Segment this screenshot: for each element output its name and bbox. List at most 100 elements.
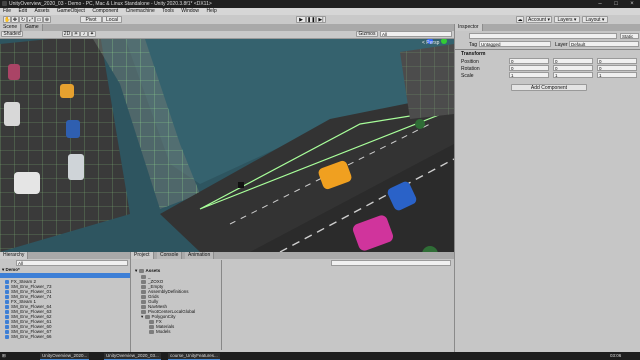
lighting-icon[interactable]: ☀ — [72, 31, 80, 37]
layers-dropdown[interactable]: Layers ▾ — [554, 16, 580, 23]
object-name-field[interactable] — [469, 33, 617, 39]
scale-tool-icon[interactable]: ⤢ — [27, 16, 35, 23]
hierarchy-tab-bar: Hierarchy — [0, 252, 130, 259]
taskbar-app[interactable]: UnityOverview_2020... — [40, 353, 90, 360]
scene-view[interactable] — [0, 24, 454, 252]
folder-item[interactable]: Models — [149, 329, 171, 334]
tab-project[interactable]: Project — [131, 252, 154, 259]
hand-tool-icon[interactable]: ✋ — [3, 16, 11, 23]
inspector-panel: Inspector Static Tag Untagged Layer Defa… — [454, 24, 640, 352]
assets-root[interactable]: ▾ Assets — [135, 268, 160, 273]
layer-dropdown[interactable]: Default — [569, 41, 639, 47]
scale-y-field[interactable]: 1 — [553, 72, 593, 78]
start-icon[interactable]: ⊞ — [0, 353, 12, 359]
pause-button[interactable]: ❚❚ — [306, 16, 316, 23]
position-label: Position — [461, 59, 479, 65]
mode-2d-toggle[interactable]: 2D — [62, 31, 72, 37]
account-dropdown[interactable]: Account ▾ — [526, 16, 552, 23]
menu-tools[interactable]: Tools — [159, 8, 177, 15]
gizmos-dropdown[interactable]: Gizmos — [356, 31, 378, 37]
project-search-input[interactable] — [331, 260, 451, 266]
rotation-y-value: 0 — [555, 66, 558, 71]
add-component-button[interactable]: Add Component — [511, 84, 587, 91]
scale-x-field[interactable]: 1 — [509, 72, 549, 78]
tab-scene[interactable]: Scene — [0, 24, 22, 31]
menu-component[interactable]: Component — [89, 8, 121, 15]
menu-assets[interactable]: Assets — [31, 8, 52, 15]
tab-hierarchy-label: Hierarchy — [3, 252, 25, 258]
play-button[interactable]: ▶ — [296, 16, 306, 23]
list-item[interactable]: SM_Env_Flower_66 — [5, 334, 52, 339]
collab-icon[interactable]: ☁ — [516, 16, 524, 23]
tab-console-label: Console — [160, 252, 179, 258]
layer-value: Default — [571, 42, 586, 47]
scale-z-field[interactable]: 1 — [597, 72, 637, 78]
layout-dropdown[interactable]: Layout ▾ — [582, 16, 608, 23]
scene-root[interactable]: ▾ Demo* — [2, 267, 20, 272]
layers-label: Layers — [557, 17, 573, 23]
transform-title[interactable]: Transform — [461, 51, 485, 57]
rotation-x-value: 0 — [511, 66, 514, 71]
tab-console[interactable]: Console — [157, 252, 183, 259]
menu-help[interactable]: Help — [203, 8, 219, 15]
close-icon[interactable]: × — [624, 0, 640, 8]
pivot-toggle[interactable]: Pivot — [80, 16, 102, 23]
local-toggle[interactable]: Local — [102, 16, 122, 23]
maximize-icon[interactable]: □ — [608, 0, 624, 8]
taskbar-app[interactable]: UnityOverview_2020_03... — [104, 353, 161, 360]
tab-animation[interactable]: Animation — [185, 252, 215, 259]
position-y-value: 0 — [555, 59, 558, 64]
audio-icon[interactable]: ♪ — [80, 31, 88, 37]
add-component-label: Add Component — [530, 85, 568, 91]
position-z-value: 0 — [599, 59, 602, 64]
scene-search-placeholder: All — [382, 32, 388, 37]
rotate-tool-icon[interactable]: ↻ — [19, 16, 27, 23]
tag-dropdown[interactable]: Untagged — [479, 41, 551, 47]
shading-mode-dropdown[interactable]: Shaded — [1, 31, 23, 37]
move-tool-icon[interactable]: ✥ — [11, 16, 19, 23]
tab-inspector-label: Inspector — [458, 24, 479, 30]
position-y-field[interactable]: 0 — [553, 58, 593, 64]
scene-render — [0, 24, 454, 252]
menu-window[interactable]: Window — [178, 8, 202, 15]
taskbar-app-label: UnityOverview_2020_03... — [106, 353, 159, 358]
hierarchy-panel: Hierarchy All ▾ Demo* FX_Steam 2 SM_Env_… — [0, 252, 131, 352]
rect-tool-icon[interactable]: ▭ — [35, 16, 43, 23]
rotation-x-field[interactable]: 0 — [509, 65, 549, 71]
clock[interactable]: 03:06 — [610, 353, 621, 358]
panel-divider[interactable] — [221, 260, 222, 350]
tab-game[interactable]: Game — [22, 24, 43, 31]
list-item-selected[interactable] — [0, 273, 130, 278]
position-x-field[interactable]: 0 — [509, 58, 549, 64]
position-z-field[interactable]: 0 — [597, 58, 637, 64]
taskbar-app[interactable]: course_UnityFeatures... — [168, 353, 220, 360]
title-bar: UnityOverview_2020_03 - Demo - PC, Mac &… — [0, 0, 640, 8]
rotation-z-field[interactable]: 0 — [597, 65, 637, 71]
hierarchy-search-input[interactable]: All — [16, 260, 128, 266]
tag-value: Untagged — [481, 42, 501, 47]
layer-label: Layer — [555, 42, 568, 48]
pivot-label: Pivot — [85, 17, 97, 23]
effects-icon[interactable]: ✦ — [88, 31, 96, 37]
tag-label: Tag — [469, 42, 478, 48]
menu-cinemachine[interactable]: Cinemachine — [123, 8, 158, 15]
taskbar-app-label: course_UnityFeatures... — [170, 353, 218, 358]
persp-label[interactable]: < Persp — [422, 40, 439, 46]
menu-gameobject[interactable]: GameObject — [54, 8, 88, 15]
step-button[interactable]: ▶| — [316, 16, 326, 23]
transform-tool-icon[interactable]: ⊕ — [43, 16, 51, 23]
scene-root-label: Demo* — [5, 267, 20, 272]
tab-inspector[interactable]: Inspector — [455, 24, 483, 31]
scale-x-value: 1 — [511, 73, 514, 78]
scene-search-input[interactable]: All — [380, 31, 452, 37]
menu-file[interactable]: File — [0, 8, 14, 15]
scale-label: Scale — [461, 73, 474, 79]
scale-z-value: 1 — [599, 73, 602, 78]
static-toggle[interactable]: Static — [620, 33, 639, 39]
folder-icon — [149, 330, 154, 334]
menu-edit[interactable]: Edit — [15, 8, 30, 15]
local-label: Local — [106, 17, 118, 23]
tab-hierarchy[interactable]: Hierarchy — [0, 252, 29, 259]
rotation-y-field[interactable]: 0 — [553, 65, 593, 71]
minimize-icon[interactable]: – — [592, 0, 608, 8]
